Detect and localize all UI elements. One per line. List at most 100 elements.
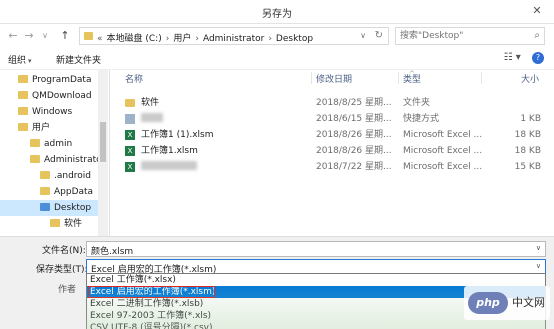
tree-scrollbar[interactable] <box>98 70 108 236</box>
file-size: 15 KB <box>514 162 541 172</box>
address-bar[interactable]: «本地磁盘 (C:) › 用户 › Administrator › Desktop ∨ ↻ <box>79 27 389 45</box>
file-row[interactable]: X 工作簿1 (1).xlsm 2018/8/26 星期... Microsoft E… <box>119 127 547 143</box>
search-box[interactable]: ⌕ <box>395 27 545 45</box>
file-date: 2018/8/26 星期... <box>316 146 392 156</box>
up-folder-button[interactable]: ↑ <box>58 28 72 44</box>
redacted-name <box>141 113 163 122</box>
folder-icon <box>40 171 50 179</box>
column-header-date[interactable]: 修改日期 <box>316 72 352 85</box>
filename-label: 文件名(N): <box>42 246 86 256</box>
tree-item-label: Desktop <box>54 203 92 213</box>
tree-item-label: Administrato <box>44 155 102 165</box>
navigation-pane[interactable]: 软件 Desktop AppData .android Administrato admi… <box>0 70 110 236</box>
filename-field[interactable]: 颜色.xlsm ∨ <box>86 241 546 257</box>
command-bar: 组织 ▾ 新建文件夹 ☷ ▾ ? <box>0 48 554 70</box>
tree-item[interactable]: 软件 <box>0 216 100 232</box>
chevron-down-icon: ▾ <box>28 57 32 65</box>
tree-item[interactable]: Windows <box>0 104 100 120</box>
tree-item-label: 用户 <box>32 123 51 133</box>
tree-item[interactable]: QMDownload <box>0 88 100 104</box>
help-icon[interactable]: ? <box>532 52 544 64</box>
file-row[interactable]: 2018/6/15 星期... 快捷方式 1 KB <box>119 111 547 127</box>
tree-item[interactable]: 用户 <box>0 120 100 136</box>
file-list[interactable]: ^ 名称 修改日期 类型 大小 软件 2018/8/25 星期... 文件夹 2018… <box>111 70 554 236</box>
column-divider[interactable] <box>398 72 399 84</box>
excel-file-icon: X <box>125 162 135 172</box>
file-row[interactable]: X 2018/7/22 星期... Microsoft Excel ... 15 KB <box>119 159 547 175</box>
option-label: Excel 工作簿(*.xlsx) <box>90 275 176 285</box>
file-date: 2018/8/26 星期... <box>316 130 392 140</box>
file-row[interactable]: 软件 2018/8/25 星期... 文件夹 <box>119 95 547 111</box>
file-row[interactable]: X 工作簿1.xlsm 2018/8/26 星期... Microsoft Excel… <box>119 143 547 159</box>
scrollbar-thumb[interactable] <box>100 122 106 162</box>
file-name: 工作簿1 (1).xlsm <box>141 130 214 140</box>
tree-item[interactable]: .android <box>0 168 100 184</box>
file-date: 2018/8/25 星期... <box>316 98 392 108</box>
title-bar: 另存为 ✕ <box>0 0 554 24</box>
file-name <box>141 111 163 127</box>
view-options-icon[interactable]: ☷ ▾ <box>504 52 521 63</box>
breadcrumb-separator: › <box>165 34 170 44</box>
file-date: 2018/7/22 星期... <box>316 162 392 172</box>
tree-item[interactable]: admin <box>0 136 100 152</box>
folder-icon <box>50 219 60 227</box>
chevron-down-icon[interactable]: ∨ <box>536 262 541 270</box>
file-type: 文件夹 <box>403 98 431 108</box>
breadcrumb-item[interactable]: Desktop <box>276 34 313 44</box>
tree-item-label: .android <box>54 171 92 181</box>
search-icon[interactable]: ⌕ <box>534 30 540 41</box>
breadcrumb: «本地磁盘 (C:) › 用户 › Administrator › Desktop <box>97 31 317 44</box>
tree-item[interactable]: AppData <box>0 184 100 200</box>
highlight-box <box>88 286 215 298</box>
folder-icon <box>84 32 93 40</box>
folder-icon <box>18 123 28 131</box>
close-button[interactable]: ✕ <box>526 3 548 19</box>
tree-item-label: ProgramData <box>32 75 92 85</box>
php-logo: php <box>468 292 508 314</box>
tree-item[interactable]: Administrato <box>0 152 102 168</box>
option-label: CSV UTF-8 (逗号分隔)(*.csv) <box>90 323 213 329</box>
breadcrumb-item[interactable]: 本地磁盘 (C:) <box>107 34 162 44</box>
breadcrumb-item[interactable]: 用户 <box>173 34 191 44</box>
folder-icon <box>40 187 50 195</box>
save-type-option[interactable]: Excel 工作簿(*.xlsx) <box>87 274 545 286</box>
tree-item[interactable]: Desktop <box>0 200 100 216</box>
column-header-type[interactable]: 类型 <box>403 72 421 85</box>
window-title: 另存为 <box>262 9 292 20</box>
filename-value: 颜色.xlsm <box>91 247 134 257</box>
redacted-name <box>141 161 197 170</box>
file-type: Microsoft Excel ... <box>403 130 483 140</box>
breadcrumb-item[interactable]: Administrator <box>203 34 264 44</box>
chevron-down-icon[interactable]: ∨ <box>536 244 541 252</box>
folder-icon <box>18 75 28 83</box>
file-name <box>141 159 197 175</box>
refresh-icon[interactable]: ↻ <box>375 30 383 41</box>
file-date: 2018/6/15 星期... <box>316 114 392 124</box>
watermark-text: 中文网 <box>512 296 545 309</box>
folder-icon <box>18 91 28 99</box>
folder-icon <box>30 139 40 147</box>
file-name: 工作簿1.xlsm <box>141 146 198 156</box>
forward-button[interactable]: → <box>22 28 36 44</box>
tree-item[interactable]: ProgramData <box>0 72 100 88</box>
file-size: 18 KB <box>514 130 541 140</box>
option-label: Excel 二进制工作簿(*.xlsb) <box>90 299 204 309</box>
option-label: Excel 97-2003 工作簿(*.xls) <box>90 311 212 321</box>
column-divider[interactable] <box>311 72 312 84</box>
excel-file-icon: X <box>125 146 135 156</box>
column-header-size[interactable]: 大小 <box>521 72 539 85</box>
back-button[interactable]: ← <box>6 28 20 44</box>
column-header-name[interactable]: 名称 <box>125 72 143 85</box>
new-folder-button[interactable]: 新建文件夹 <box>56 53 101 66</box>
file-size: 1 KB <box>520 114 541 124</box>
tree-item-label: admin <box>44 139 73 149</box>
file-type: 快捷方式 <box>403 114 440 124</box>
folder-icon <box>18 107 28 115</box>
save-type-option[interactable]: CSV UTF-8 (逗号分隔)(*.csv) <box>87 322 545 329</box>
column-divider[interactable] <box>481 72 482 84</box>
address-dropdown-button[interactable]: ∨ <box>360 31 366 40</box>
tree-item-label: QMDownload <box>32 91 92 101</box>
search-input[interactable] <box>400 30 520 42</box>
recent-locations-button[interactable]: ∨ <box>38 28 52 44</box>
organize-button[interactable]: 组织 ▾ <box>8 53 32 66</box>
